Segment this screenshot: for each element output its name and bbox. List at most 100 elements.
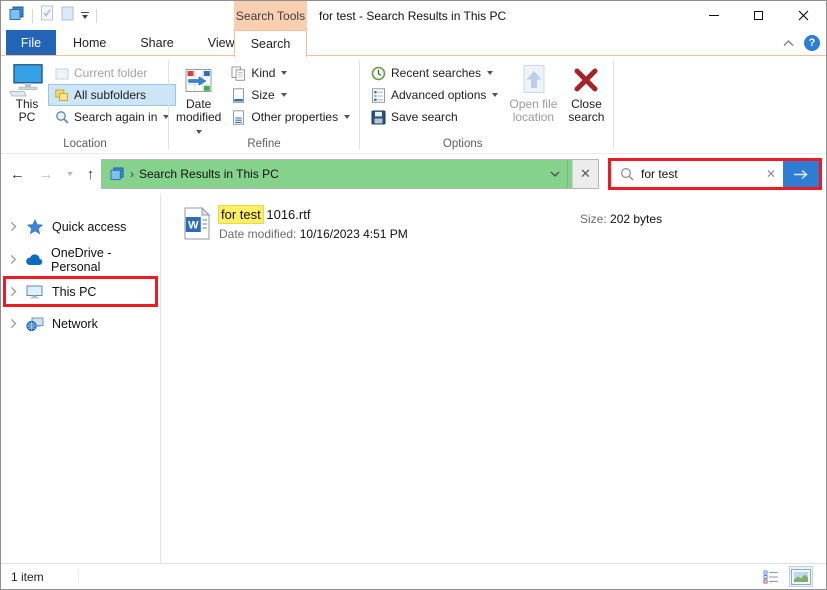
collapse-ribbon-icon[interactable] [783, 39, 794, 47]
close-button[interactable] [781, 1, 826, 30]
save-icon [371, 110, 386, 124]
recent-searches-button[interactable]: Recent searches [364, 62, 505, 84]
breadcrumb-path[interactable]: Search Results in This PC [139, 167, 279, 181]
title-bar: Search Tools for test - Search Results i… [1, 1, 826, 30]
save-search-button[interactable]: Save search [364, 106, 505, 128]
search-input[interactable] [641, 167, 759, 181]
sidebar-item-quick-access[interactable]: Quick access [1, 210, 160, 243]
chevron-right-icon [10, 255, 17, 264]
file-result-item[interactable]: W for test 1016.rtf Date modified: 10/16… [183, 205, 826, 245]
recent-locations-icon[interactable] [67, 172, 74, 176]
address-progress[interactable]: › Search Results in This PC [102, 160, 572, 188]
advanced-options-button[interactable]: Advanced options [364, 84, 505, 106]
clear-search-icon[interactable]: ✕ [759, 167, 783, 181]
tab-file[interactable]: File [6, 30, 56, 55]
minimize-button[interactable] [691, 1, 736, 30]
help-icon[interactable]: ? [804, 35, 820, 51]
view-toggles [759, 566, 813, 587]
tab-search[interactable]: Search [234, 30, 307, 57]
explorer-logo-icon [8, 6, 25, 26]
folder-icon [55, 68, 69, 79]
other-properties-button[interactable]: Other properties [224, 106, 357, 128]
date-modified-label: Date modified [176, 97, 222, 124]
address-bar[interactable]: › Search Results in This PC ✕ [101, 159, 599, 189]
sidebar-item-network[interactable]: Network [1, 307, 160, 340]
file-size: Size: 202 bytes [580, 212, 663, 226]
star-icon [25, 218, 44, 235]
advanced-options-icon [372, 87, 385, 103]
tab-share[interactable]: Share [123, 30, 190, 55]
up-icon[interactable]: ↑ [87, 166, 95, 183]
details-view-button[interactable] [759, 566, 783, 587]
refine-options-column: Kind Size Other properties [224, 59, 357, 128]
dropdown-caret-icon [492, 93, 499, 97]
all-subfolders-button[interactable]: All subfolders [48, 84, 177, 106]
kind-button[interactable]: Kind [224, 62, 357, 84]
dropdown-caret-icon [487, 71, 494, 75]
status-bar: 1 item [1, 563, 826, 589]
results-pane: W for test 1016.rtf Date modified: 10/16… [161, 194, 826, 563]
search-again-icon [56, 111, 69, 124]
group-label-location: Location [63, 138, 107, 150]
search-go-button[interactable] [783, 161, 819, 187]
properties-icon[interactable] [40, 5, 54, 26]
tab-home[interactable]: Home [56, 30, 123, 55]
this-pc-button[interactable]: This PC [6, 59, 48, 124]
contextual-tab-header: Search Tools [234, 1, 307, 30]
item-count: 1 item [11, 569, 44, 584]
search-box: ✕ [608, 158, 822, 190]
thumbnail-view-icon [791, 568, 811, 585]
minimize-icon [708, 15, 719, 16]
svg-text:W: W [188, 220, 199, 232]
ribbon-separator [168, 60, 169, 149]
window-controls [691, 1, 826, 30]
stop-refresh-button[interactable]: ✕ [572, 160, 598, 188]
options-column: Recent searches Advanced options Save se… [364, 59, 505, 128]
this-pc-label: This PC [15, 97, 39, 124]
toolbar-separator [96, 8, 97, 23]
maximize-button[interactable] [736, 1, 781, 30]
subfolders-icon [55, 89, 68, 101]
open-file-location-button[interactable]: Open file location [505, 59, 561, 124]
size-button[interactable]: Size [224, 84, 357, 106]
chevron-right-icon [10, 221, 17, 232]
details-view-icon [763, 570, 778, 583]
status-separator [78, 569, 79, 584]
ribbon-controls: ? [783, 30, 820, 56]
forward-icon[interactable]: → [38, 166, 53, 183]
address-dropdown-icon[interactable] [542, 160, 568, 188]
breadcrumb-separator: › [130, 167, 134, 181]
sidebar-item-onedrive[interactable]: OneDrive - Personal [1, 243, 160, 276]
ribbon-group-refine: Date modified Kind Size Other properties… [171, 58, 357, 153]
dropdown-caret-icon [344, 115, 351, 119]
thumbnail-view-button[interactable] [789, 566, 813, 587]
close-search-button[interactable]: Close search [561, 59, 611, 153]
group-label-options: Options [442, 138, 483, 150]
search-term-highlight: for test [218, 205, 264, 224]
dropdown-caret-icon [281, 71, 288, 75]
maximize-icon [754, 11, 763, 20]
ribbon-tab-row: File Home Share View Search ? [1, 30, 826, 57]
file-name[interactable]: for test 1016.rtf [218, 205, 408, 224]
customize-toolbar-icon[interactable] [81, 11, 89, 20]
current-folder-button[interactable]: Current folder [48, 62, 176, 84]
back-icon[interactable]: ← [10, 166, 25, 183]
ribbon: This PC Current folder All subfolders Se… [1, 56, 826, 154]
group-label-refine: Refine [247, 138, 281, 150]
file-date-modified: Date modified: 10/16/2023 4:51 PM [219, 227, 408, 241]
cloud-icon [25, 253, 43, 266]
ribbon-separator [613, 60, 615, 149]
quick-access-toolbar [1, 5, 97, 26]
search-again-in-button[interactable]: Search again in [48, 106, 176, 128]
window-title: for test - Search Results in This PC [319, 8, 507, 23]
kind-icon [231, 66, 246, 81]
new-folder-icon[interactable] [61, 6, 74, 26]
sidebar-item-this-pc[interactable]: This PC [3, 276, 158, 307]
location-options-column: Current folder All subfolders Search aga… [48, 59, 177, 128]
size-icon [233, 87, 245, 103]
properties-list-icon [233, 109, 245, 125]
toolbar-separator [32, 8, 33, 23]
dropdown-caret-icon [196, 130, 203, 134]
date-modified-button[interactable]: Date modified [173, 59, 224, 137]
clock-icon [371, 66, 386, 80]
